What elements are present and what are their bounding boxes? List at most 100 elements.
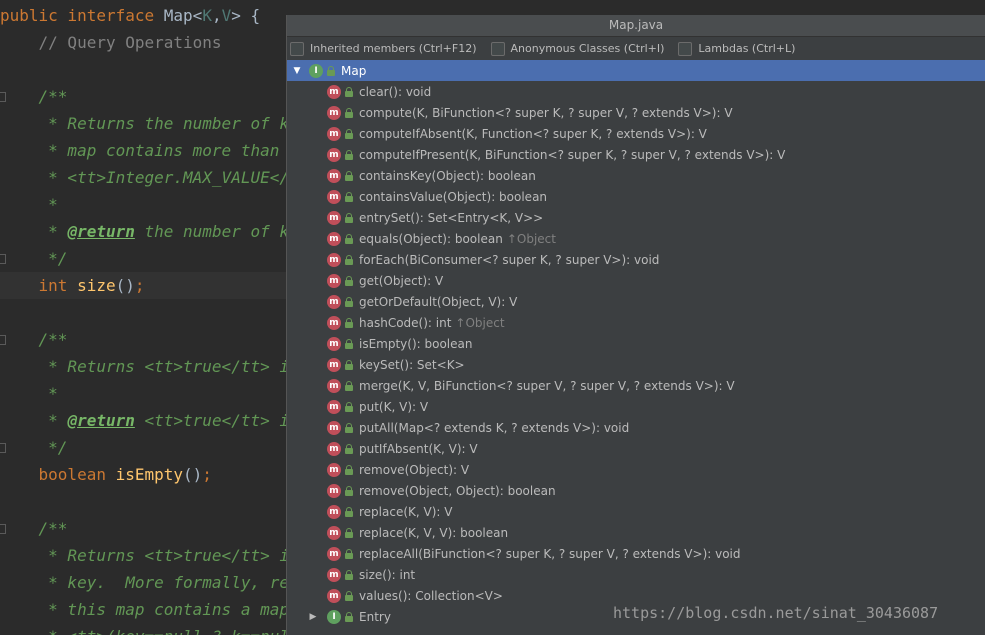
public-lock-icon bbox=[343, 128, 355, 140]
watermark: https://blog.csdn.net/sinat_30436087 bbox=[613, 604, 939, 622]
member-signature: remove(Object, Object): boolean bbox=[359, 483, 556, 498]
code-token: the number of ke bbox=[134, 222, 299, 241]
chevron-right-icon[interactable]: ▶ bbox=[307, 612, 319, 622]
public-lock-icon bbox=[343, 275, 355, 287]
popup-options-bar: Inherited members (Ctrl+F12) Anonymous Cl… bbox=[287, 37, 985, 60]
member-item[interactable]: m put(K, V): V bbox=[287, 396, 985, 417]
code-token: /** bbox=[0, 87, 68, 106]
code-token: * Returns <tt>true</tt> if bbox=[0, 546, 299, 565]
method-icon: m bbox=[327, 399, 341, 414]
fold-marker-icon[interactable] bbox=[0, 524, 6, 534]
public-lock-icon bbox=[343, 548, 355, 560]
option-lambdas-checkbox[interactable]: Lambdas (Ctrl+L) bbox=[678, 41, 795, 56]
member-item[interactable]: m compute(K, BiFunction<? super K, ? supe… bbox=[287, 102, 985, 123]
public-lock-icon bbox=[343, 86, 355, 98]
method-icon: m bbox=[327, 273, 341, 288]
code-token: interface bbox=[67, 6, 164, 25]
code-token: * <tt>(key==null ? k==null bbox=[0, 627, 298, 635]
fold-marker-icon[interactable] bbox=[0, 254, 6, 264]
member-signature: replace(K, V): V bbox=[359, 504, 453, 519]
public-lock-icon bbox=[343, 485, 355, 497]
public-lock-icon bbox=[343, 170, 355, 182]
method-icon: m bbox=[327, 252, 341, 267]
inherited-from-label: ↑Object bbox=[506, 231, 556, 246]
method-icon: m bbox=[327, 126, 341, 141]
fold-marker-icon[interactable] bbox=[0, 335, 6, 345]
method-icon: m bbox=[327, 441, 341, 456]
method-icon: m bbox=[327, 483, 341, 498]
tree-node-map[interactable]: ▼ I Map bbox=[287, 60, 985, 81]
code-token: @return bbox=[67, 222, 135, 241]
public-lock-icon bbox=[343, 233, 355, 245]
member-item[interactable]: m size(): int bbox=[287, 564, 985, 585]
member-item[interactable]: m replaceAll(BiFunction<? super K, ? supe… bbox=[287, 543, 985, 564]
member-item[interactable]: m remove(Object, Object): boolean bbox=[287, 480, 985, 501]
member-signature: forEach(BiConsumer<? super K, ? super V>… bbox=[359, 252, 660, 267]
code-token: * key. More formally, retu bbox=[0, 573, 309, 592]
code-token: * Returns <tt>true</tt> if bbox=[0, 357, 299, 376]
member-item[interactable]: m computeIfAbsent(K, Function<? super K, … bbox=[287, 123, 985, 144]
code-token: public bbox=[0, 6, 68, 25]
public-lock-icon bbox=[343, 611, 355, 623]
member-signature: merge(K, V, BiFunction<? super V, ? supe… bbox=[359, 378, 735, 393]
member-item[interactable]: m containsKey(Object): boolean bbox=[287, 165, 985, 186]
code-token: () bbox=[183, 465, 203, 484]
method-icon: m bbox=[327, 462, 341, 477]
code-token: * bbox=[0, 222, 68, 241]
option-anonymous-classes-checkbox[interactable]: Anonymous Classes (Ctrl+I) bbox=[490, 41, 665, 56]
public-lock-icon bbox=[343, 338, 355, 350]
public-lock-icon bbox=[343, 149, 355, 161]
method-icon: m bbox=[327, 420, 341, 435]
code-token: Map bbox=[163, 6, 193, 25]
member-item[interactable]: m merge(K, V, BiFunction<? super V, ? sup… bbox=[287, 375, 985, 396]
method-icon: m bbox=[327, 336, 341, 351]
member-item[interactable]: m get(Object): V bbox=[287, 270, 985, 291]
public-lock-icon bbox=[343, 254, 355, 266]
member-item[interactable]: m computeIfPresent(K, BiFunction<? super … bbox=[287, 144, 985, 165]
member-item[interactable]: m containsValue(Object): boolean bbox=[287, 186, 985, 207]
member-item[interactable]: m keySet(): Set<K> bbox=[287, 354, 985, 375]
member-item[interactable]: m clear(): void bbox=[287, 81, 985, 102]
member-item[interactable]: m entrySet(): Set<Entry<K, V>> bbox=[287, 207, 985, 228]
method-icon: m bbox=[327, 168, 341, 183]
public-lock-icon bbox=[343, 422, 355, 434]
member-item[interactable]: m putAll(Map<? extends K, ? extends V>): … bbox=[287, 417, 985, 438]
member-signature: put(K, V): V bbox=[359, 399, 429, 414]
member-item[interactable]: m isEmpty(): boolean bbox=[287, 333, 985, 354]
member-item[interactable]: m replace(K, V): V bbox=[287, 501, 985, 522]
code-token: * bbox=[0, 411, 68, 430]
public-lock-icon bbox=[343, 527, 355, 539]
member-item[interactable]: m forEach(BiConsumer<? super K, ? super V… bbox=[287, 249, 985, 270]
fold-marker-icon[interactable] bbox=[0, 92, 6, 102]
public-lock-icon bbox=[343, 590, 355, 602]
member-signature: containsValue(Object): boolean bbox=[359, 189, 548, 204]
code-token: @return bbox=[67, 411, 135, 430]
member-item[interactable]: m values(): Collection<V> bbox=[287, 585, 985, 606]
code-token: boolean bbox=[0, 465, 116, 484]
public-lock-icon bbox=[343, 317, 355, 329]
checkbox-box[interactable] bbox=[678, 41, 693, 56]
method-icon: m bbox=[327, 378, 341, 393]
member-item[interactable]: m equals(Object): boolean ↑Object bbox=[287, 228, 985, 249]
method-icon: m bbox=[327, 231, 341, 246]
member-item[interactable]: m remove(Object): V bbox=[287, 459, 985, 480]
fold-marker-icon[interactable] bbox=[0, 443, 6, 453]
code-token: */ bbox=[0, 438, 68, 457]
member-item[interactable]: m replace(K, V, V): boolean bbox=[287, 522, 985, 543]
public-lock-icon bbox=[343, 296, 355, 308]
member-item[interactable]: m getOrDefault(Object, V): V bbox=[287, 291, 985, 312]
code-token: int bbox=[0, 276, 78, 295]
checkbox-box[interactable] bbox=[290, 41, 304, 56]
public-lock-icon bbox=[343, 569, 355, 581]
checkbox-box[interactable] bbox=[490, 41, 505, 56]
chevron-down-icon[interactable]: ▼ bbox=[291, 66, 303, 76]
method-icon: m bbox=[327, 210, 341, 225]
member-signature: getOrDefault(Object, V): V bbox=[359, 294, 518, 309]
interface-icon: I bbox=[309, 63, 323, 78]
method-icon: m bbox=[327, 84, 341, 99]
member-item[interactable]: m putIfAbsent(K, V): V bbox=[287, 438, 985, 459]
option-inherited-members-checkbox[interactable]: Inherited members (Ctrl+F12) bbox=[290, 41, 477, 56]
member-item[interactable]: m hashCode(): int ↑Object bbox=[287, 312, 985, 333]
code-token: /** bbox=[0, 519, 68, 538]
option-label: Anonymous Classes (Ctrl+I) bbox=[510, 42, 665, 55]
